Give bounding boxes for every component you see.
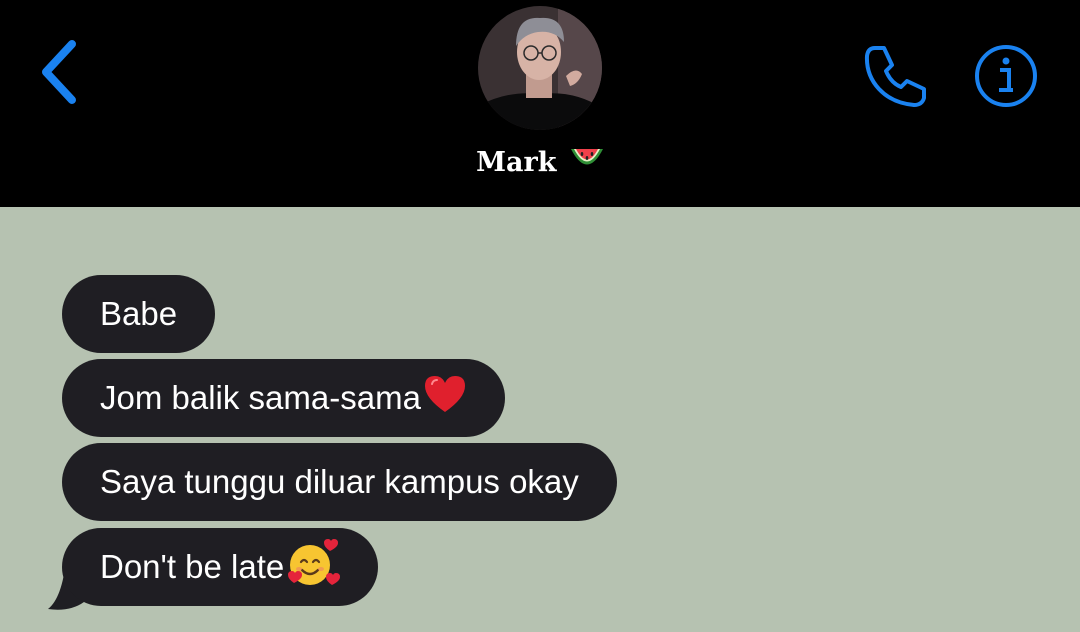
smiling-face-with-hearts-icon [286, 537, 341, 597]
message-text: Babe [100, 295, 178, 332]
message-bubble[interactable]: Jom balik sama-sama [62, 359, 505, 437]
phone-icon [864, 46, 926, 107]
chevron-left-icon [42, 40, 76, 104]
message-text: Jom balik sama-sama [100, 379, 421, 416]
contact-avatar[interactable] [478, 6, 602, 130]
message-text: Don't be late [100, 548, 285, 585]
message-bubble[interactable]: Saya tunggu diluar kampus okay [62, 443, 617, 521]
info-button[interactable] [973, 43, 1039, 109]
message-bubble[interactable]: Don't be late [62, 528, 379, 606]
back-button[interactable] [36, 38, 84, 108]
chat-header: Mark [0, 0, 1080, 207]
watermelon-icon [570, 146, 604, 179]
contact-name[interactable]: Mark [0, 146, 1080, 179]
info-icon [975, 45, 1037, 107]
contact-name-text: Mark [476, 147, 557, 178]
message-text: Saya tunggu diluar kampus okay [100, 463, 579, 500]
red-heart-icon [423, 374, 467, 422]
call-button[interactable] [862, 43, 928, 109]
message-bubble[interactable]: Babe [62, 275, 216, 353]
